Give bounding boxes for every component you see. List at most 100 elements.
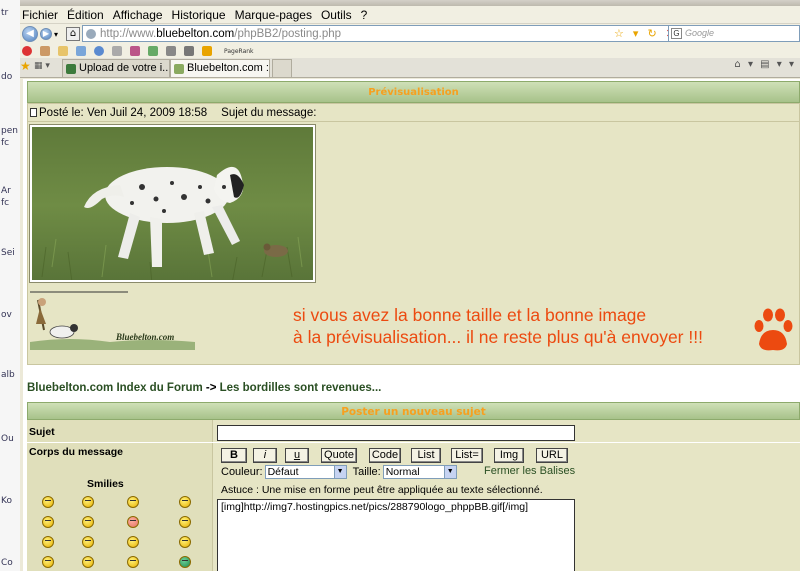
post-form-header: Poster un nouveau sujet [27,402,800,420]
search-placeholder: Google [685,28,715,38]
size-label: Taille: [352,466,381,478]
tab-grid-icon[interactable]: ▦ ▾ [34,61,50,71]
url-prefix: http://www. [100,27,157,40]
list-button[interactable]: List [411,448,441,463]
star-icon[interactable]: ★ [20,59,31,73]
back-button[interactable]: ◀ [22,26,38,42]
navigation-bar: ◀ ▶ ▾ ⌂ http://www. bluebelton.com/phpBB2… [20,24,800,44]
pagerank-label[interactable]: PageRank [224,48,254,55]
tab-upload-label: Upload de votre i... [79,62,170,74]
menu-bar: Fichier Édition Affichage Historique Mar… [20,6,800,24]
menu-help[interactable]: ? [361,8,368,22]
menu-edition[interactable]: Édition [67,8,104,22]
tab-upload[interactable]: Upload de votre i... [62,59,170,77]
menu-outils[interactable]: Outils [321,8,352,22]
smiley-icon[interactable] [42,536,54,548]
window-icon[interactable] [76,46,86,56]
smiley-icon[interactable] [82,496,94,508]
color-select[interactable]: Défaut ▼ [264,465,347,479]
history-dropdown-icon[interactable]: ▾ [54,30,62,39]
url-path: /phpBB2/posting.php [234,27,342,40]
tab-bluebelton[interactable]: Bluebelton.com :: ... [170,59,270,77]
site-icon [86,28,96,39]
stop-icon[interactable] [22,46,32,56]
smiley-icon[interactable] [127,536,139,548]
bbcode-buttons: B i u Quote Code List List= Img URL [221,448,568,463]
css-icon[interactable] [112,46,122,56]
menu-fichier[interactable]: Fichier [22,8,58,22]
smiley-icon[interactable] [82,516,94,528]
breadcrumb-topic-link[interactable]: Les bordilles sont revenues... [220,382,382,394]
tab-bluebelton-label: Bluebelton.com :: ... [187,62,269,74]
url-button[interactable]: URL [536,448,568,463]
smiley-icon[interactable] [82,536,94,548]
color-label: Couleur: [221,466,263,478]
smiley-icon[interactable] [42,496,54,508]
browser-window: Fichier Édition Affichage Historique Mar… [20,0,800,571]
italic-button[interactable]: i [253,448,277,463]
tab-tools-icon[interactable]: ⌂ ▾ ▤ ▾ ▾ [734,59,796,70]
post-icon [30,108,37,117]
smiley-icon[interactable] [42,516,54,528]
subject-label: Sujet du message: [221,107,317,119]
breadcrumb: Bluebelton.com Index du Forum -> Les bor… [27,382,381,394]
img-button[interactable]: Img [494,448,524,463]
message-textarea[interactable]: [img]http://img7.hostingpics.net/pics/28… [217,499,575,571]
paw-icon [754,308,793,351]
addon-toolbar: PageRank [20,44,800,58]
bold-button[interactable]: B [221,448,247,463]
home-icon[interactable]: ⌂ [66,27,80,41]
posted-label: Posté le: Ven Juil 24, 2009 18:58 [39,107,208,119]
quote-button[interactable]: Quote [321,448,357,463]
folder-icon[interactable] [58,46,68,56]
smiley-icon[interactable] [179,556,191,568]
menu-historique[interactable]: Historique [172,8,226,22]
smilies-title: Smilies [87,478,124,490]
format-row: Couleur: Défaut ▼ Taille: Normal ▼ [221,465,457,479]
post-info: Posté le: Ven Juil 24, 2009 18:58 Sujet d… [30,107,316,119]
logo-text: Bluebelton.com [115,332,174,342]
underline-button[interactable]: u [285,448,309,463]
smiley-icon[interactable] [82,556,94,568]
check-icon[interactable] [148,46,158,56]
code-button[interactable]: Code [369,448,401,463]
subject-input[interactable] [217,425,575,441]
info-icon[interactable] [94,46,104,56]
forward-button[interactable]: ▶ [40,28,52,40]
new-tab-button[interactable] [272,59,292,77]
smiley-icon[interactable] [179,536,191,548]
smiley-icon[interactable] [179,516,191,528]
key-icon[interactable] [202,46,212,56]
smiley-icon[interactable] [127,496,139,508]
smiley-icon[interactable] [127,516,139,528]
smiley-icon[interactable] [127,556,139,568]
divider [28,121,800,122]
breadcrumb-index-link[interactable]: Bluebelton.com Index du Forum [27,382,203,394]
size-select[interactable]: Normal ▼ [382,465,457,479]
color-value: Défaut [267,466,299,478]
row-divider [27,442,800,443]
smiley-icon[interactable] [179,496,191,508]
tab-bar: ★ ▦ ▾ Upload de votre i... Bluebelton.co… [20,58,800,78]
list-ordered-button[interactable]: List= [451,448,483,463]
chevron-down-icon: ▼ [443,466,456,478]
close-tags-link[interactable]: Fermer les Balises [484,465,575,477]
view-source-icon[interactable] [184,46,194,56]
preview-body: Posté le: Ven Juil 24, 2009 18:58 Sujet d… [27,103,800,365]
user-icon[interactable] [40,46,50,56]
preview-message: si vous avez la bonne taille et la bonne… [293,304,703,348]
tools-icon[interactable] [166,46,176,56]
url-bar[interactable]: http://www. bluebelton.com/phpBB2/posting… [82,25,682,42]
post-form: Sujet Corps du message Smilies B i u Quo… [27,420,800,571]
search-input[interactable]: G Google [668,25,800,42]
menu-affichage[interactable]: Affichage [113,8,163,22]
preview-header: Prévisualisation [27,81,800,103]
subject-field-label: Sujet [29,426,55,438]
breadcrumb-separator: -> [202,382,220,394]
body-field-label: Corps du message [29,446,123,458]
smiley-icon[interactable] [42,556,54,568]
pen-icon[interactable] [130,46,140,56]
url-host: bluebelton.com [156,27,235,40]
menu-marque-pages[interactable]: Marque-pages [235,8,312,22]
bluebelton-logo: Bluebelton.com [30,291,195,350]
